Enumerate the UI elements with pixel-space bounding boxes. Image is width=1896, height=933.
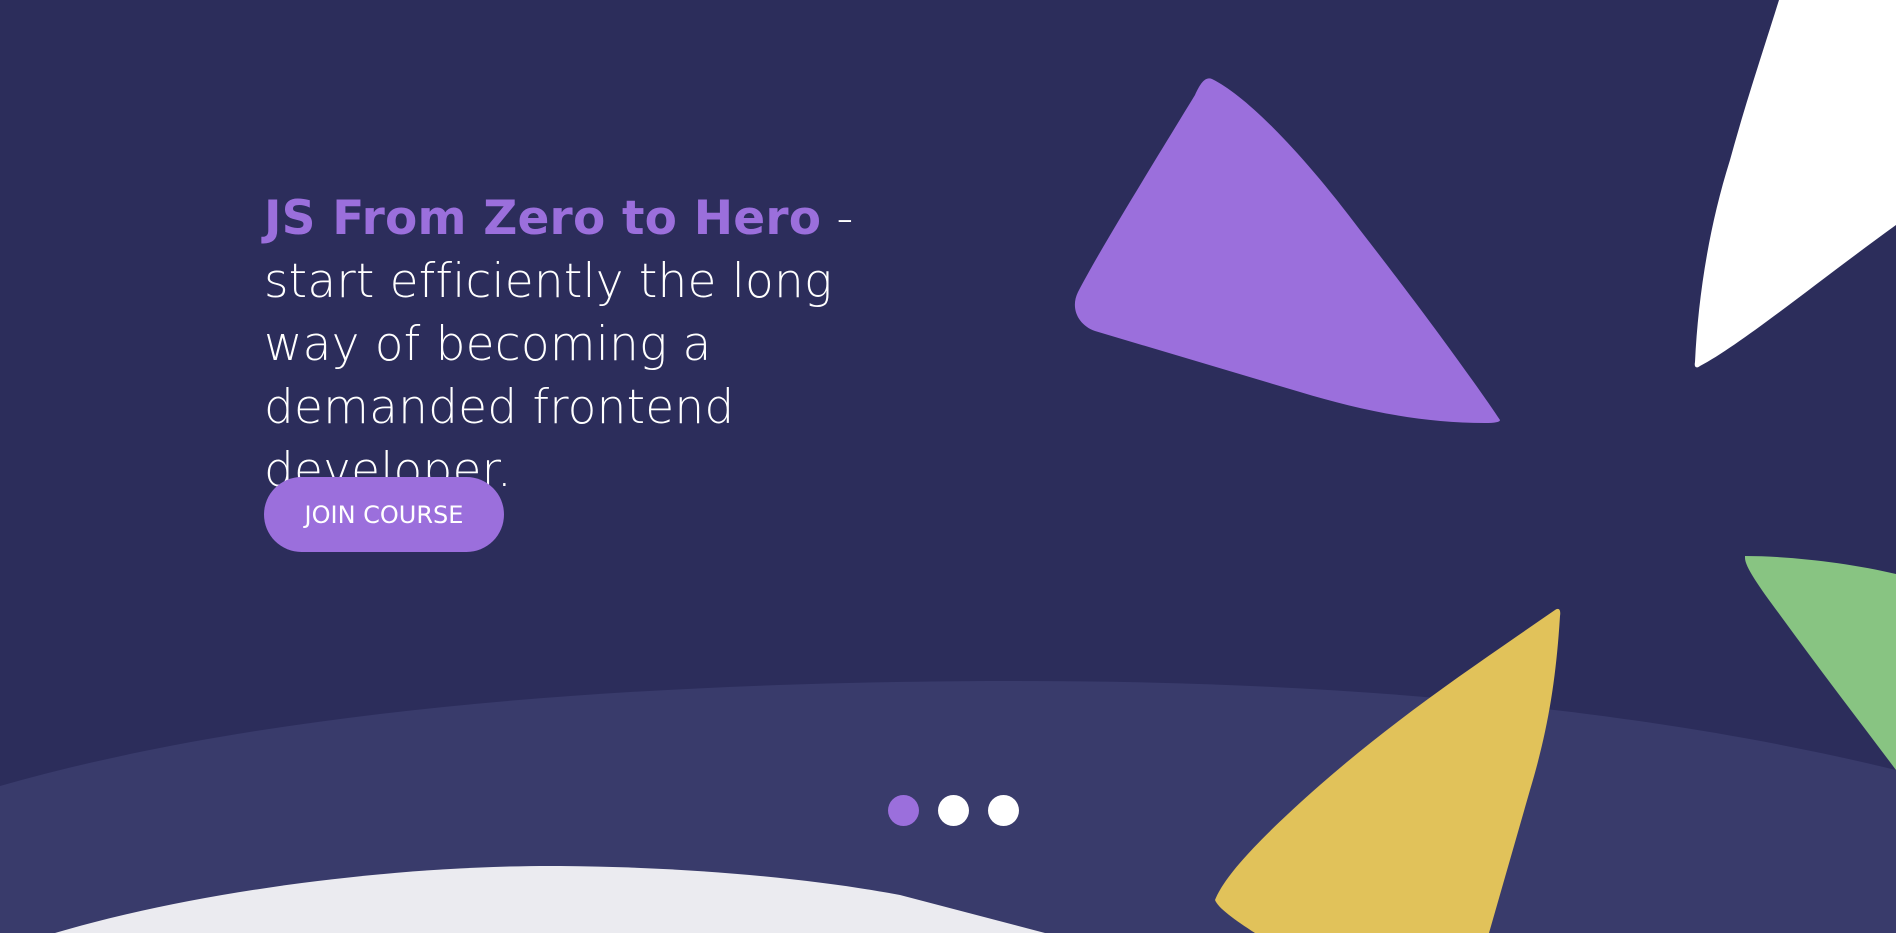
headline-accent: JS From Zero to Hero [264,191,822,246]
slider-dots [888,795,1019,826]
slider-dot-2[interactable] [938,795,969,826]
green-triangle-shape [1745,556,1896,770]
join-course-button[interactable]: JOIN COURSE [264,477,504,552]
slider-dot-1[interactable] [888,795,919,826]
white-triangle-shape [1694,0,1896,368]
purple-triangle-shape [1074,78,1500,424]
hero-section: JS From Zero to Hero - start efficiently… [0,0,1896,933]
slider-dot-3[interactable] [988,795,1019,826]
hero-headline: JS From Zero to Hero - start efficiently… [264,187,924,502]
